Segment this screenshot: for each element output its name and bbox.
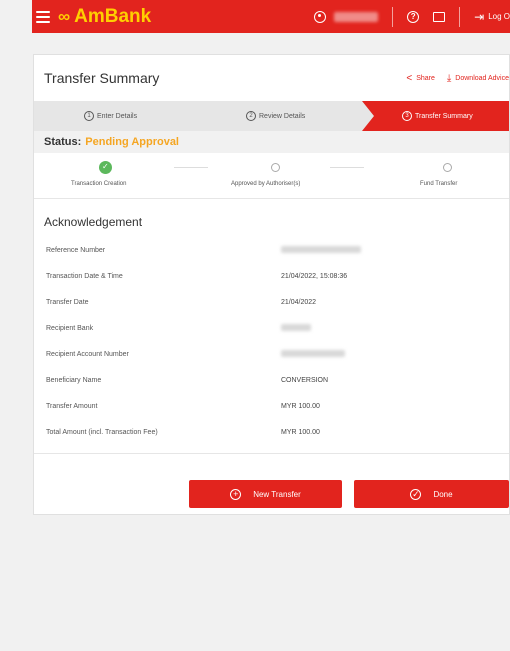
- logout-button[interactable]: Log O: [488, 12, 510, 21]
- pending-circle-icon: [443, 163, 452, 172]
- plus-circle-icon: +: [230, 488, 242, 500]
- summary-header: Transfer Summary < Share ⤓ Download Advi…: [34, 55, 509, 101]
- detail-value: 21/04/2022, 15:08:36: [281, 272, 348, 280]
- progress-label-fund-transfer: Fund Transfer: [420, 181, 458, 187]
- hamburger-menu-icon[interactable]: [36, 10, 50, 23]
- download-icon[interactable]: ⤓: [447, 73, 451, 84]
- redacted-value: [281, 245, 361, 253]
- logout-icon[interactable]: ⇥: [474, 10, 484, 24]
- progress-line: [174, 167, 208, 168]
- detail-row-transfer-amount: Transfer Amount MYR 100.00: [34, 393, 509, 419]
- detail-row-reference: Reference Number: [34, 237, 509, 263]
- detail-value: MYR 100.00: [281, 402, 320, 410]
- share-button[interactable]: Share: [416, 75, 435, 82]
- ambank-logo[interactable]: ∞ AmBank: [58, 6, 151, 28]
- step-review-details: 2 Review Details: [246, 111, 305, 121]
- top-navigation-bar: ∞ AmBank ? ⇥ Log O: [32, 0, 510, 33]
- check-icon: [99, 161, 112, 174]
- help-icon[interactable]: ?: [407, 10, 420, 23]
- detail-label: Beneficiary Name: [46, 376, 102, 384]
- detail-label: Transaction Date & Time: [46, 272, 123, 280]
- new-transfer-label: New Transfer: [253, 489, 301, 499]
- download-advice-button[interactable]: Download Advice: [455, 75, 509, 82]
- detail-value: CONVERSION: [281, 376, 329, 384]
- step-number: 3: [402, 111, 412, 121]
- step-number: 2: [246, 111, 256, 121]
- detail-row-transfer-date: Transfer Date 21/04/2022: [34, 289, 509, 315]
- action-buttons: + New Transfer ✓ Done: [34, 480, 509, 508]
- done-label: Done: [433, 489, 453, 499]
- topbar-divider: [392, 6, 394, 27]
- approval-progress: Transaction Creation Approved by Authori…: [34, 153, 509, 199]
- step-transfer-summary: 3 Transfer Summary: [402, 111, 473, 121]
- logo-text: AmBank: [74, 5, 152, 27]
- step-enter-details: 1 Enter Details: [84, 111, 137, 121]
- topbar-divider: [459, 6, 461, 27]
- step-label: Review Details: [259, 112, 306, 120]
- page-title: Transfer Summary: [44, 70, 160, 86]
- username-redacted: [334, 11, 379, 22]
- detail-row-total-amount: Total Amount (incl. Transaction Fee) MYR…: [34, 419, 509, 445]
- done-button[interactable]: ✓ Done: [354, 480, 509, 508]
- stepper: 1 Enter Details 2 Review Details 3 Trans…: [34, 101, 509, 131]
- detail-label: Transfer Date: [46, 298, 89, 306]
- detail-label: Total Amount (incl. Transaction Fee): [46, 428, 158, 436]
- detail-value: 21/04/2022: [281, 298, 317, 306]
- pending-circle-icon: [271, 163, 280, 172]
- user-icon[interactable]: [314, 10, 327, 23]
- progress-label-approval: Approved by Authoriser(s): [231, 181, 301, 187]
- status-label: Status:: [44, 136, 82, 148]
- message-icon[interactable]: [433, 11, 446, 22]
- progress-label-creation: Transaction Creation: [71, 181, 127, 187]
- detail-row-recipient-account: Recipient Account Number: [34, 341, 509, 367]
- share-icon[interactable]: <: [406, 73, 412, 84]
- status-badge: Pending Approval: [85, 136, 179, 148]
- progress-line: [330, 167, 364, 168]
- detail-row-recipient-bank: Recipient Bank: [34, 315, 509, 341]
- redacted-value: [281, 323, 311, 331]
- detail-value: MYR 100.00: [281, 428, 320, 436]
- step-label: Enter Details: [97, 112, 138, 120]
- redacted-value: [281, 349, 345, 357]
- acknowledgement-title: Acknowledgement: [44, 215, 143, 229]
- detail-row-beneficiary: Beneficiary Name CONVERSION: [34, 367, 509, 393]
- new-transfer-button[interactable]: + New Transfer: [189, 480, 342, 508]
- section-divider: [34, 453, 509, 454]
- logo-mark: ∞: [58, 6, 70, 26]
- detail-label: Reference Number: [46, 246, 106, 254]
- detail-label: Transfer Amount: [46, 402, 98, 410]
- step-number: 1: [84, 111, 94, 121]
- detail-label: Recipient Account Number: [46, 350, 129, 358]
- step-transfer-summary-active: 3 Transfer Summary: [362, 101, 509, 131]
- step-label: Transfer Summary: [415, 112, 473, 120]
- detail-label: Recipient Bank: [46, 324, 94, 332]
- transfer-summary-card: Transfer Summary < Share ⤓ Download Advi…: [33, 54, 510, 515]
- check-circle-icon: ✓: [410, 488, 422, 500]
- detail-row-datetime: Transaction Date & Time 21/04/2022, 15:0…: [34, 263, 509, 289]
- status-row: Status: Pending Approval: [34, 131, 509, 153]
